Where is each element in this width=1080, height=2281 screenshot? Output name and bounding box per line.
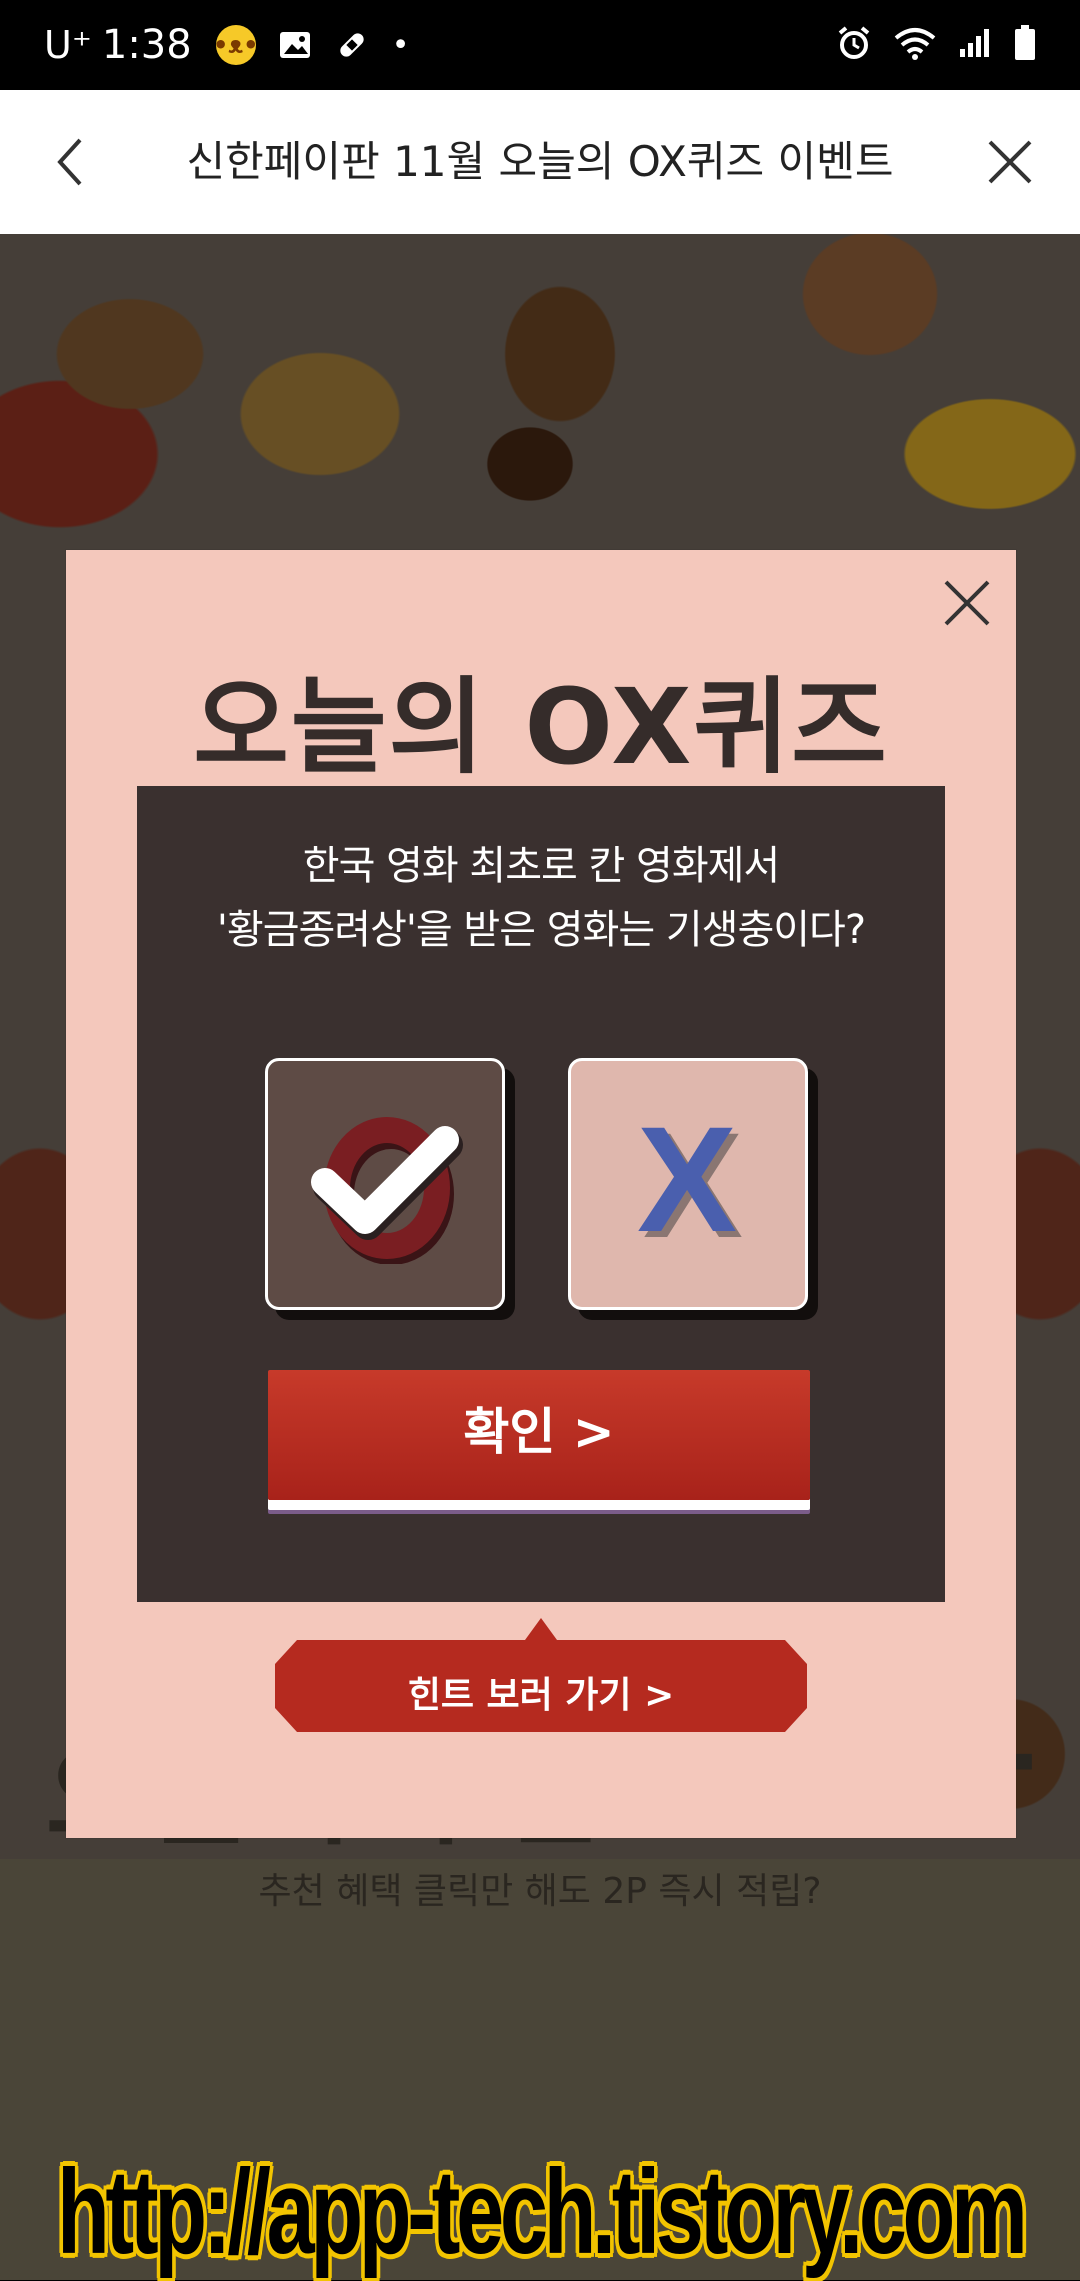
modal-close-button[interactable]: [932, 568, 1002, 638]
back-button[interactable]: [40, 132, 100, 192]
battery-icon: [1014, 25, 1036, 65]
close-icon: [988, 140, 1032, 184]
question-line-1: 한국 영화 최초로 칸 영화제서: [302, 843, 780, 889]
close-page-button[interactable]: [980, 132, 1040, 192]
recommend-subtitle: 추천 혜택 클릭만 해도 2P 즉시 적립?: [258, 1871, 822, 1912]
option-x-button[interactable]: X X: [568, 1058, 808, 1310]
ox-quiz-modal: 오늘의 OX퀴즈 한국 영화 최초로 칸 영화제서 '황금종려상'을 받은 영화…: [66, 550, 1016, 1838]
confirm-button[interactable]: 확인 >: [268, 1370, 810, 1500]
hint-button[interactable]: 힌트 보러 가기 >: [275, 1618, 807, 1734]
carrier-label: U⁺: [44, 23, 92, 67]
clock: 1:38: [101, 22, 192, 68]
alarm-icon: [836, 25, 872, 65]
quiz-question: 한국 영화 최초로 칸 영화제서 '황금종려상'을 받은 영화는 기생충이다?: [137, 834, 945, 962]
modal-title: 오늘의 OX퀴즈: [193, 666, 889, 788]
notification-dot: •: [391, 27, 410, 63]
gallery-icon: [278, 30, 312, 60]
bandage-icon: [334, 27, 370, 63]
watermark: http://app-tech.tistory.com: [0, 2144, 1080, 2280]
kakao-emoji-icon: •ᴥ•: [213, 25, 258, 65]
watermark-text: http://app-tech.tistory.com: [56, 2145, 1028, 2279]
o-check-icon: [311, 1117, 463, 1264]
chevron-left-icon: [57, 138, 82, 186]
signal-icon: [958, 27, 992, 63]
page-title: 신한페이판 11월 오늘의 OX퀴즈 이벤트: [186, 137, 894, 186]
app-header: 신한페이판 11월 오늘의 OX퀴즈 이벤트: [0, 90, 1080, 234]
x-letter-icon: X X: [637, 1109, 743, 1259]
quiz-box: 한국 영화 최초로 칸 영화제서 '황금종려상'을 받은 영화는 기생충이다? …: [137, 786, 945, 1602]
x-letter: X: [637, 1109, 737, 1259]
wifi-icon: [894, 26, 936, 64]
question-line-2: '황금종려상'을 받은 영화는 기생충이다?: [216, 907, 866, 953]
close-icon: [944, 580, 990, 626]
status-bar: U⁺ 1:38 •ᴥ• •: [0, 0, 1080, 90]
option-o-button[interactable]: [265, 1058, 505, 1310]
hint-label: 힌트 보러 가기 >: [407, 1675, 675, 1716]
